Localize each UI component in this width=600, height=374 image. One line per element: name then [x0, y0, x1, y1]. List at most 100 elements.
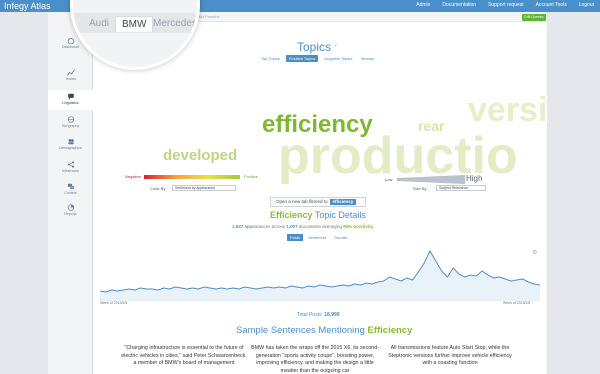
posts-point-69 — [499, 276, 500, 278]
posts-point-6 — [134, 289, 136, 291]
posts-point-48 — [377, 281, 379, 283]
posts-point-66 — [481, 270, 483, 272]
posts-point-31 — [279, 286, 280, 288]
posts-point-47 — [371, 283, 373, 285]
nav-account-tools[interactable]: Account Tools — [536, 2, 567, 8]
posts-point-30 — [273, 287, 275, 289]
sidebar-item-label: Trends — [65, 77, 76, 81]
tab-audi[interactable]: Audi — [89, 18, 109, 29]
posts-point-38 — [319, 284, 321, 286]
chat-icon — [67, 183, 74, 189]
posts-point-73 — [522, 278, 523, 280]
posts-point-56 — [423, 262, 425, 264]
edit-queries-button[interactable]: Edit Queries — [522, 14, 546, 21]
tab-mercedes[interactable]: Mercedes — [153, 18, 197, 29]
x-axis-end-label: Week of 2015/2/6 — [503, 301, 531, 305]
legend-negative-label: Negative — [125, 174, 141, 179]
posts-point-54 — [412, 279, 413, 281]
posts-point-9 — [151, 288, 153, 290]
sentiment-legend-bar — [144, 175, 240, 179]
posts-point-65 — [475, 275, 477, 277]
tab-top-topics[interactable]: Top Topics — [258, 55, 283, 62]
posts-point-12 — [169, 288, 170, 290]
trends-icon — [66, 69, 75, 76]
sidebar-item-label: Linguistics — [62, 101, 79, 105]
color-by-label: Color By : — [150, 186, 168, 191]
gear-icon[interactable]: ⚙ — [532, 249, 537, 256]
chart-tabs: Posts Sentiment Gender — [287, 234, 350, 241]
nav-admin[interactable]: Admin — [416, 2, 430, 8]
stat-positivity: 85% positivity. — [343, 224, 375, 229]
posts-point-29 — [267, 286, 269, 288]
posts-point-17 — [198, 288, 199, 290]
total-posts: Total Posts: 18,999 — [297, 312, 340, 318]
info-icon[interactable]: ♀ — [334, 43, 338, 49]
posts-point-50 — [389, 276, 390, 278]
posts-point-63 — [464, 276, 466, 278]
open-new-tab-button[interactable]: Open a new tab filtered to efficiency — [270, 197, 366, 207]
sidebar-item-influencers[interactable]: Influencers — [48, 158, 93, 178]
color-by-select[interactable]: Sentiment by Appearance — [172, 185, 236, 191]
sidebar-item-label: Content — [64, 191, 77, 195]
posts-point-46 — [365, 282, 367, 284]
tab-porsche[interactable]: Porsche — [205, 14, 220, 19]
share-icon — [67, 161, 74, 168]
nav-documentation[interactable]: Documentation — [442, 2, 476, 8]
posts-point-14 — [180, 287, 182, 289]
linguistics-icon — [67, 93, 74, 100]
tab-negative-topics[interactable]: Negative Topics — [321, 55, 355, 62]
sidebar-item-demographics[interactable]: Demographics — [48, 135, 93, 155]
posts-point-67 — [487, 274, 489, 276]
posts-point-3 — [117, 290, 118, 292]
sidebar-item-reports[interactable]: Reports — [48, 201, 93, 221]
tab-sentiment[interactable]: Sentiment — [305, 234, 329, 241]
sidebar-item-content[interactable]: Content — [48, 180, 93, 200]
posts-point-52 — [400, 280, 402, 282]
tab-posts[interactable]: Posts — [287, 234, 304, 241]
size-by-select[interactable]: Subject Relevance — [436, 185, 486, 191]
posts-point-57 — [429, 250, 431, 252]
posts-point-42 — [342, 284, 344, 286]
posts-point-27 — [255, 288, 257, 290]
posts-point-51 — [394, 278, 396, 280]
posts-point-32 — [284, 287, 286, 289]
posts-point-72 — [516, 279, 518, 281]
posts-point-75 — [533, 283, 535, 285]
posts-point-59 — [441, 270, 442, 272]
posts-point-15 — [186, 288, 188, 290]
nav-logout[interactable]: Logout — [579, 2, 594, 8]
posts-point-23 — [232, 287, 234, 289]
sidebar-item-linguistics[interactable]: Linguistics — [48, 90, 93, 110]
stat-documents: 1,007 — [286, 224, 298, 229]
open-new-tab-topic: efficiency — [329, 199, 357, 205]
report-icon — [67, 204, 74, 211]
topic-details-title: Efficiency Topic Details — [270, 210, 366, 220]
posts-point-35 — [302, 287, 303, 289]
posts-line-chart — [100, 249, 540, 302]
nav-support-request[interactable]: Support request — [488, 2, 524, 8]
tab-bmw[interactable]: BMW — [115, 16, 154, 32]
tab-positive-topics[interactable]: Positive Topics — [285, 55, 319, 62]
details-topic: Efficiency — [270, 210, 313, 220]
sidebar-item-label: Dashboard — [61, 45, 80, 49]
posts-point-4 — [122, 289, 124, 291]
posts-point-43 — [348, 285, 350, 287]
open-new-tab-text: Open a new tab filtered to — [276, 199, 328, 204]
posts-point-24 — [238, 288, 240, 290]
app-title: Infegy Atlas — [4, 1, 51, 11]
sidebar-item-trends[interactable]: Trends — [48, 66, 93, 86]
posts-point-40 — [331, 286, 332, 288]
main-panel — [93, 12, 547, 374]
posts-point-71 — [510, 280, 512, 282]
sidebar-item-label: Influencers — [61, 169, 80, 173]
posts-point-55 — [418, 271, 419, 273]
posts-point-2 — [111, 289, 112, 291]
size-legend-bar — [397, 175, 465, 184]
stat-appearances: 1,647 — [232, 224, 244, 229]
top-nav: Admin Documentation Support request Acco… — [416, 2, 594, 8]
tab-brands[interactable]: Brands — [358, 55, 377, 62]
posts-point-20 — [215, 288, 217, 290]
sidebar-item-geography[interactable]: Geography — [48, 113, 93, 133]
size-high-label: High — [466, 174, 483, 183]
tab-gender[interactable]: Gender — [331, 234, 350, 241]
